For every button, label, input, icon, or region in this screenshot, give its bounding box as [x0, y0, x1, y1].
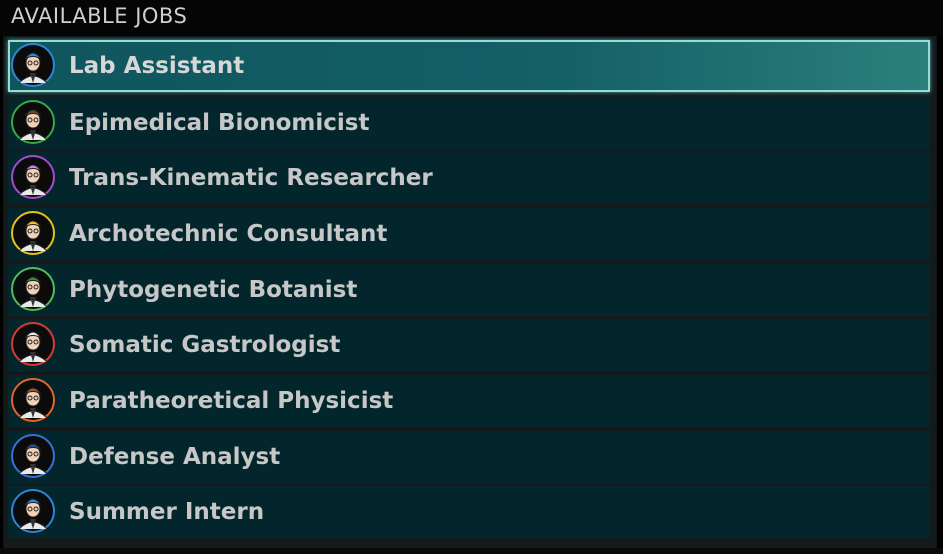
job-label: Defense Analyst [69, 444, 281, 470]
job-label: Phytogenetic Botanist [69, 277, 358, 303]
summer-intern-portrait-icon [11, 489, 55, 533]
job-row[interactable]: Summer Intern [8, 486, 930, 538]
paratheoretical-physicist-portrait-icon [11, 378, 55, 422]
job-row[interactable]: Archotechnic Consultant [8, 208, 930, 260]
somatic-gastrologist-portrait-icon [11, 322, 55, 366]
job-label: Summer Intern [69, 499, 265, 525]
job-label: Paratheoretical Physicist [69, 388, 394, 414]
job-row[interactable]: Defense Analyst [8, 431, 930, 483]
trans-kinematic-researcher-portrait-icon [11, 155, 55, 199]
job-row[interactable]: Epimedical Bionomicist [8, 97, 930, 149]
job-row[interactable]: Paratheoretical Physicist [8, 375, 930, 427]
job-row[interactable]: Lab Assistant [8, 40, 930, 92]
job-label: Trans-Kinematic Researcher [69, 165, 433, 191]
panel-title: AVAILABLE JOBS [11, 4, 188, 28]
epimedical-bionomicist-portrait-icon [11, 100, 55, 144]
job-label: Epimedical Bionomicist [69, 110, 370, 136]
archotechnic-consultant-portrait-icon [11, 211, 55, 255]
jobs-panel: Lab Assistant Epimedical Bionomicist Trans… [3, 36, 937, 550]
phytogenetic-botanist-portrait-icon [11, 267, 55, 311]
job-label: Lab Assistant [69, 53, 245, 79]
job-row[interactable]: Somatic Gastrologist [8, 319, 930, 371]
lab-assistant-portrait-icon [11, 43, 55, 87]
header-bar: AVAILABLE JOBS [0, 0, 943, 36]
job-label: Archotechnic Consultant [69, 221, 388, 247]
job-row[interactable]: Phytogenetic Botanist [8, 264, 930, 316]
bottom-strip [0, 548, 943, 554]
defense-analyst-portrait-icon [11, 434, 55, 478]
job-row[interactable]: Trans-Kinematic Researcher [8, 152, 930, 204]
job-label: Somatic Gastrologist [69, 332, 341, 358]
